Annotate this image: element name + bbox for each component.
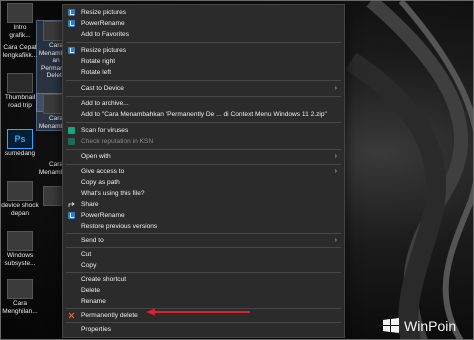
menu-separator (66, 247, 341, 248)
menu-item-restore-previous-versions[interactable]: Restore previous versions (63, 221, 344, 232)
menu-item-share[interactable]: Share (63, 199, 344, 210)
menu-item-rotate-left[interactable]: Rotate left (63, 67, 344, 78)
menu-separator (66, 80, 341, 81)
kaspersky-icon (68, 127, 75, 134)
desktop-icon[interactable]: Windows subsyste... (1, 231, 39, 267)
desktop-icon[interactable]: Intro grafik... (1, 3, 39, 39)
file-thumbnail (7, 3, 33, 23)
menu-item-cast-to-device[interactable]: Cast to Device › (63, 83, 344, 94)
menu-item-rotate-right[interactable]: Rotate right (63, 56, 344, 67)
winpoin-logo-icon (383, 318, 399, 333)
menu-item-create-shortcut[interactable]: Create shortcut (63, 274, 344, 285)
menu-item-add-to-favorites[interactable]: Add to Favorites (63, 29, 344, 40)
file-thumbnail (7, 181, 33, 201)
menu-item-powerrename[interactable]: PowerRename (63, 18, 344, 29)
annotation-arrow (146, 308, 250, 316)
pdf-icon (7, 73, 33, 93)
menu-separator (66, 322, 341, 323)
menu-item-add-to-archive[interactable]: Add to archive... (63, 98, 344, 109)
menu-item-delete[interactable]: Delete (63, 285, 344, 296)
menu-separator (66, 233, 341, 234)
desktop-icon-label: Thumbnail road trip (4, 94, 36, 109)
menu-item-properties[interactable]: Properties (63, 324, 344, 335)
photoshop-icon: Ps (7, 129, 33, 149)
desktop-icon[interactable]: device shock depan (1, 181, 39, 217)
menu-separator (66, 96, 341, 97)
desktop-icon-label: device shock depan (1, 202, 39, 217)
menu-item-rename[interactable]: Rename (63, 296, 344, 307)
menu-item-resize-pictures[interactable]: Resize pictures (63, 7, 344, 18)
menu-item-add-to-zip[interactable]: Add to "Cara Menambahkan 'Permanently De… (63, 109, 344, 120)
powertoys-icon (68, 47, 75, 54)
file-thumbnail (7, 279, 33, 299)
menu-separator (66, 164, 341, 165)
menu-item-give-access-to[interactable]: Give access to › (63, 166, 344, 177)
share-icon (68, 202, 75, 207)
watermark-text: WinPoin (404, 318, 457, 334)
chevron-right-icon: › (334, 153, 337, 160)
menu-item-copy-as-path[interactable]: Copy as path (63, 177, 344, 188)
desktop-icon[interactable]: Ps sumedang (1, 129, 39, 158)
menu-item-copy[interactable]: Copy (63, 260, 344, 271)
context-menu: Resize pictures PowerRename Add to Favor… (62, 4, 345, 338)
menu-item-open-with[interactable]: Open with › (63, 151, 344, 162)
chevron-right-icon: › (334, 237, 337, 244)
powertoys-icon (68, 20, 75, 27)
chevron-right-icon: › (334, 85, 337, 92)
menu-separator (66, 122, 341, 123)
menu-item-resize-pictures[interactable]: Resize pictures (63, 45, 344, 56)
powertoys-icon (68, 212, 75, 219)
desktop-icon[interactable]: Thumbnail road trip (1, 73, 39, 109)
menu-item-powerrename[interactable]: PowerRename (63, 210, 344, 221)
desktop-icon-label: Intro grafik... (9, 24, 31, 39)
menu-item-cut[interactable]: Cut (63, 249, 344, 260)
x-icon (68, 312, 75, 319)
file-thumbnail (7, 231, 33, 251)
chevron-right-icon: › (334, 168, 337, 175)
menu-item-whats-using-this-file[interactable]: What's using this file? (63, 188, 344, 199)
desktop-icon-label: Cara Cepat lengkafikk... (2, 44, 38, 59)
menu-item-send-to[interactable]: Send to › (63, 235, 344, 246)
menu-item-scan-for-viruses[interactable]: Scan for viruses (63, 125, 344, 136)
wallpaper-swirl (345, 1, 473, 339)
powertoys-icon (68, 9, 75, 16)
desktop-background: Intro grafik... Cara Cepat lengkafikk...… (0, 0, 474, 340)
menu-separator (66, 149, 341, 150)
menu-separator (66, 272, 341, 273)
desktop-icon[interactable]: Cara Cepat lengkafikk... (1, 44, 39, 59)
desktop-icon[interactable]: Cara Menghilan... (1, 279, 39, 315)
desktop-icon-label: Windows subsyste... (4, 252, 36, 267)
desktop-icon-label: sumedang (4, 150, 36, 157)
menu-separator (66, 42, 341, 43)
kaspersky-icon (68, 138, 75, 145)
menu-item-check-reputation: Check reputation in KSN (63, 136, 344, 147)
desktop-icon-label: Cara Menghilan... (2, 300, 38, 315)
